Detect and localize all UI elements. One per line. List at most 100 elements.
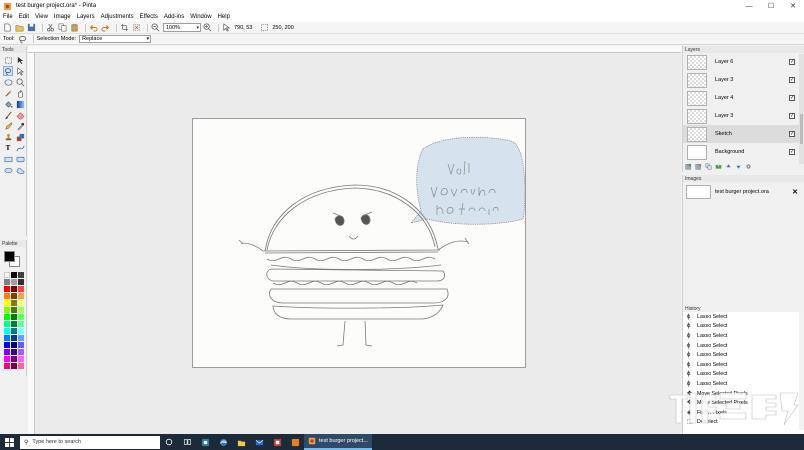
palette-swatch[interactable] [18, 272, 24, 278]
history-item[interactable]: ϕ Lasso Select [683, 322, 804, 332]
palette-swatch[interactable] [11, 342, 17, 348]
undo-icon[interactable] [89, 23, 98, 32]
palette-swatch[interactable] [18, 286, 24, 292]
palette-swatch[interactable] [11, 335, 17, 341]
palette-swatch[interactable] [11, 279, 17, 285]
layer-visibility-checkbox[interactable]: ✓ [789, 131, 795, 137]
history-scrollbar[interactable] [799, 312, 804, 430]
pan-tool-icon[interactable] [15, 88, 25, 98]
ellipse-select-icon[interactable] [3, 77, 13, 87]
add-layer-icon[interactable] [685, 163, 692, 170]
menu-effects[interactable]: Effects [140, 14, 158, 20]
palette-swatch[interactable] [4, 293, 10, 299]
palette-swatch[interactable] [18, 335, 24, 341]
line-curve-icon[interactable] [15, 143, 25, 153]
duplicate-layer-icon[interactable] [705, 163, 712, 170]
menu-image[interactable]: Image [54, 14, 71, 20]
gradient-icon[interactable] [15, 99, 25, 109]
freeform-shape-icon[interactable] [15, 165, 25, 175]
menu-edit[interactable]: Edit [19, 14, 29, 20]
layer-row[interactable]: Layer 6 ✓ [683, 53, 804, 71]
start-button[interactable] [0, 434, 18, 450]
merge-layer-down-icon[interactable] [715, 163, 722, 170]
history-item[interactable]: ϕ Lasso Select [683, 331, 804, 341]
palette-swatch[interactable] [11, 328, 17, 334]
move-layer-up-icon[interactable] [725, 163, 732, 170]
open-file-icon[interactable] [15, 23, 24, 32]
app-icon-3[interactable] [286, 434, 304, 450]
image-canvas[interactable] [192, 118, 526, 368]
menu-file[interactable]: File [3, 14, 13, 20]
layer-properties-icon[interactable] [745, 163, 752, 170]
palette-swatch[interactable] [4, 279, 10, 285]
maximize-button[interactable]: ☐ [760, 0, 782, 12]
menu-adjustments[interactable]: Adjustments [101, 14, 134, 20]
palette-swatch[interactable] [11, 321, 17, 327]
history-item[interactable]: ◈ Finish Pixels [683, 408, 804, 418]
palette-swatch[interactable] [4, 321, 10, 327]
close-image-icon[interactable]: ✕ [792, 188, 798, 196]
history-item[interactable]: ϕ Lasso Select [683, 370, 804, 380]
copy-icon[interactable] [58, 23, 67, 32]
menu-add-ins[interactable]: Add-ins [164, 14, 184, 20]
menu-layers[interactable]: Layers [77, 14, 95, 20]
crop-to-selection-icon[interactable] [120, 23, 129, 32]
pencil-icon[interactable] [3, 121, 13, 131]
layer-row[interactable]: Background ✓ [683, 143, 804, 161]
recolor-icon[interactable] [15, 132, 25, 142]
cut-icon[interactable] [46, 23, 55, 32]
edge-icon[interactable] [214, 434, 232, 450]
layer-visibility-checkbox[interactable]: ✓ [789, 59, 795, 65]
palette-swatch[interactable] [18, 349, 24, 355]
mail-icon[interactable] [250, 434, 268, 450]
color-picker-icon[interactable] [15, 121, 25, 131]
history-item[interactable]: ϕ Lasso Select [683, 312, 804, 322]
taskbar-search-box[interactable]: ⚲ Type here to search [20, 435, 160, 449]
cortana-icon[interactable] [160, 434, 178, 450]
primary-color-swatch[interactable] [4, 251, 15, 262]
layer-visibility-checkbox[interactable]: ✓ [789, 77, 795, 83]
new-file-icon[interactable] [3, 23, 12, 32]
layer-visibility-checkbox[interactable]: ✓ [789, 95, 795, 101]
history-item[interactable]: ϕ Lasso Select [683, 360, 804, 370]
palette-swatch[interactable] [18, 328, 24, 334]
layers-scrollbar[interactable] [799, 54, 804, 164]
minimize-button[interactable]: — [738, 0, 760, 12]
palette-swatch[interactable] [4, 356, 10, 362]
palette-swatch[interactable] [4, 328, 10, 334]
scrollbar-thumb[interactable] [800, 114, 803, 144]
palette-swatch[interactable] [18, 293, 24, 299]
palette-swatch[interactable] [11, 314, 17, 320]
palette-swatch[interactable] [18, 279, 24, 285]
zoom-in-icon[interactable] [203, 23, 212, 32]
history-item[interactable]: ϕ Lasso Select [683, 350, 804, 360]
selection-mode-select[interactable]: Replace ▾ [79, 35, 152, 43]
palette-swatch[interactable] [4, 349, 10, 355]
history-item[interactable]: ✥ Move Selected Pixels [683, 389, 804, 399]
move-layer-down-icon[interactable] [735, 163, 742, 170]
zoom-out-icon[interactable] [151, 23, 160, 32]
redo-icon[interactable] [101, 23, 110, 32]
palette-swatch[interactable] [4, 300, 10, 306]
rectangle-tool-icon[interactable] [3, 154, 13, 164]
move-selected-icon[interactable] [15, 55, 25, 65]
history-item[interactable]: ϕ Lasso Select [683, 341, 804, 351]
paint-bucket-icon[interactable] [3, 99, 13, 109]
palette-swatch[interactable] [11, 356, 17, 362]
zoom-select[interactable]: 100% ▾ [163, 23, 201, 32]
palette-swatch[interactable] [18, 307, 24, 313]
app-icon-2[interactable] [268, 434, 286, 450]
deselect-icon[interactable] [132, 23, 141, 32]
palette-swatch[interactable] [4, 307, 10, 313]
layer-visibility-checkbox[interactable]: ✓ [789, 149, 795, 155]
layer-row[interactable]: Layer 3 ✓ [683, 107, 804, 125]
history-item[interactable]: ✥ Move Selected Pixels [683, 398, 804, 408]
menu-help[interactable]: Help [218, 14, 230, 20]
open-image-item[interactable]: test burger project.ora ✕ [683, 183, 804, 201]
paste-icon[interactable] [70, 23, 79, 32]
save-icon[interactable] [27, 23, 36, 32]
task-view-icon[interactable] [178, 434, 196, 450]
ellipse-tool-icon[interactable] [3, 165, 13, 175]
delete-layer-icon[interactable] [695, 163, 702, 170]
magic-wand-icon[interactable] [3, 88, 13, 98]
